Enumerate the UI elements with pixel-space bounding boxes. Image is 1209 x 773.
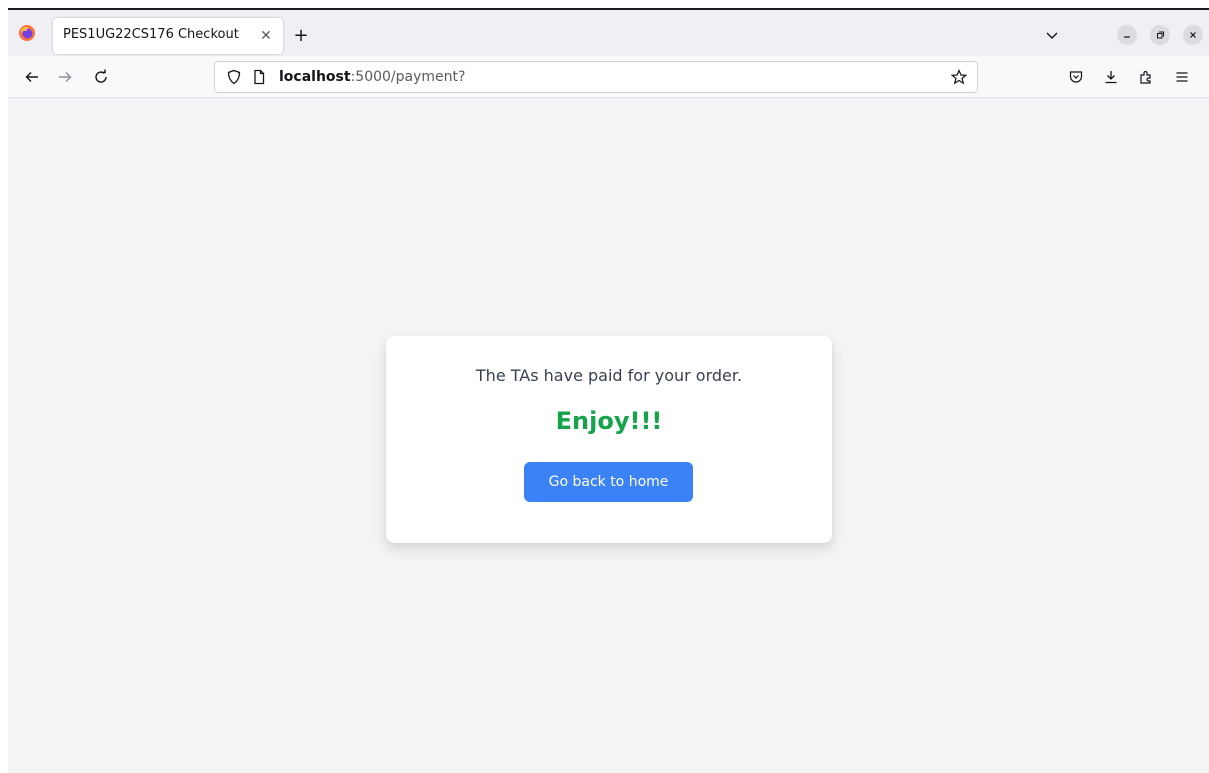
forward-arrow-icon[interactable] <box>54 66 76 88</box>
window-restore-icon[interactable] <box>1150 25 1170 45</box>
tab-close-icon[interactable]: ✕ <box>255 25 277 47</box>
confirmation-card: The TAs have paid for your order. Enjoy!… <box>386 336 832 543</box>
firefox-logo-icon <box>18 24 36 42</box>
window-minimize-icon[interactable] <box>1117 25 1137 45</box>
browser-window: PES1UG22CS176 Checkout ✕ + localhost:500… <box>8 8 1209 773</box>
url-host: localhost <box>279 69 351 85</box>
window-close-icon[interactable] <box>1183 25 1203 45</box>
back-arrow-icon[interactable] <box>21 66 43 88</box>
url-path: :5000/payment? <box>350 69 466 85</box>
url-bar[interactable]: localhost:5000/payment? <box>214 61 978 93</box>
downloads-icon[interactable] <box>1100 66 1122 88</box>
pocket-icon[interactable] <box>1065 66 1087 88</box>
go-back-home-button[interactable]: Go back to home <box>524 462 693 502</box>
new-tab-plus-icon[interactable]: + <box>290 24 312 46</box>
app-menu-hamburger-icon[interactable] <box>1171 66 1193 88</box>
payment-message: The TAs have paid for your order. <box>475 366 743 385</box>
bookmark-star-icon[interactable] <box>948 66 970 88</box>
tracking-shield-icon[interactable] <box>223 66 245 88</box>
extensions-puzzle-icon[interactable] <box>1135 66 1157 88</box>
enjoy-headline: Enjoy!!! <box>555 407 663 435</box>
navigation-toolbar: localhost:5000/payment? <box>8 56 1209 98</box>
url-text[interactable]: localhost:5000/payment? <box>279 69 465 85</box>
page-info-icon[interactable] <box>248 66 270 88</box>
tab-list-chevron-icon[interactable] <box>1041 24 1063 46</box>
tab-active[interactable]: PES1UG22CS176 Checkout ✕ <box>53 18 283 54</box>
reload-icon[interactable] <box>90 66 112 88</box>
page-content: The TAs have paid for your order. Enjoy!… <box>8 99 1209 773</box>
tab-strip: PES1UG22CS176 Checkout ✕ + <box>8 10 1209 56</box>
tab-title: PES1UG22CS176 Checkout <box>63 27 239 42</box>
